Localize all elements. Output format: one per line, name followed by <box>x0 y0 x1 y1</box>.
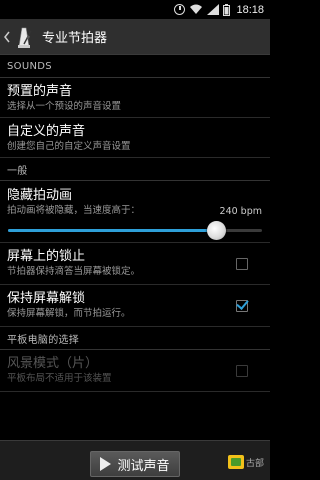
landscape-mode-title: 风景模式（片） <box>7 356 99 371</box>
landscape-mode-item: 风景模式（片） 平板布局不适用于该装置 <box>0 350 270 392</box>
screen-lock-checkbox[interactable] <box>236 258 248 270</box>
bottom-bar: 测试声音 古部 <box>0 440 270 480</box>
landscape-mode-summary: 平板布局不适用于该装置 <box>7 373 112 384</box>
tempo-slider[interactable] <box>8 221 262 240</box>
watermark-text: 古部 <box>245 458 264 469</box>
battery-icon <box>223 3 231 16</box>
hide-animation-title: 隐藏拍动画 <box>7 188 73 203</box>
custom-sound-item[interactable]: 自定义的声音 创建您自己的自定义声音设置 <box>0 118 270 158</box>
section-header-sounds: SOUNDS <box>0 55 270 78</box>
keep-unlocked-title: 保持屏幕解锁 <box>7 291 86 306</box>
preset-sound-summary: 选择从一个预设的声音设置 <box>7 101 122 112</box>
signal-icon <box>207 4 220 15</box>
test-sound-label: 测试声音 <box>117 458 170 474</box>
play-icon <box>100 457 112 471</box>
keep-unlocked-item[interactable]: 保持屏幕解锁 保持屏幕解锁，而节拍运行。 <box>0 285 270 327</box>
status-bar: 18:18 <box>0 0 270 19</box>
screen-lock-title: 屏幕上的锁止 <box>7 249 86 264</box>
landscape-mode-checkbox <box>236 365 248 377</box>
action-bar: 专业节拍器 <box>0 19 270 55</box>
custom-sound-summary: 创建您自己的自定义声音设置 <box>7 141 131 152</box>
tempo-slider-thumb[interactable] <box>207 221 227 240</box>
preset-sound-title: 预置的声音 <box>7 84 73 99</box>
status-clock: 18:18 <box>236 3 264 16</box>
metronome-app-icon[interactable] <box>12 25 36 49</box>
watermark-logo-icon <box>227 455 244 469</box>
wifi-icon <box>189 4 203 15</box>
preset-sound-item[interactable]: 预置的声音 选择从一个预设的声音设置 <box>0 78 270 118</box>
status-icons: 18:18 <box>174 0 270 19</box>
watermark: 古部 <box>227 455 264 469</box>
settings-list: SOUNDS 预置的声音 选择从一个预设的声音设置 自定义的声音 创建您自己的自… <box>0 55 270 440</box>
alarm-icon <box>174 4 186 15</box>
custom-sound-title: 自定义的声音 <box>7 124 86 139</box>
section-header-general: 一般 <box>0 158 270 181</box>
screen-lock-item[interactable]: 屏幕上的锁止 节拍器保持滴答当屏幕被锁定。 <box>0 243 270 285</box>
back-caret-icon[interactable] <box>0 19 10 55</box>
test-sound-button[interactable]: 测试声音 <box>90 451 180 477</box>
keep-unlocked-checkbox[interactable] <box>236 300 248 312</box>
bpm-value: 240 bpm <box>219 206 262 217</box>
keep-unlocked-summary: 保持屏幕解锁，而节拍运行。 <box>7 308 131 319</box>
section-header-tablet: 平板电脑的选择 <box>0 327 270 350</box>
hide-animation-item[interactable]: 隐藏拍动画 拍动画将被隐藏，当速度高于： 240 bpm <box>0 181 270 243</box>
page-title: 专业节拍器 <box>42 31 108 46</box>
screen-lock-summary: 节拍器保持滴答当屏幕被锁定。 <box>7 266 141 277</box>
tempo-slider-fill <box>8 229 217 232</box>
